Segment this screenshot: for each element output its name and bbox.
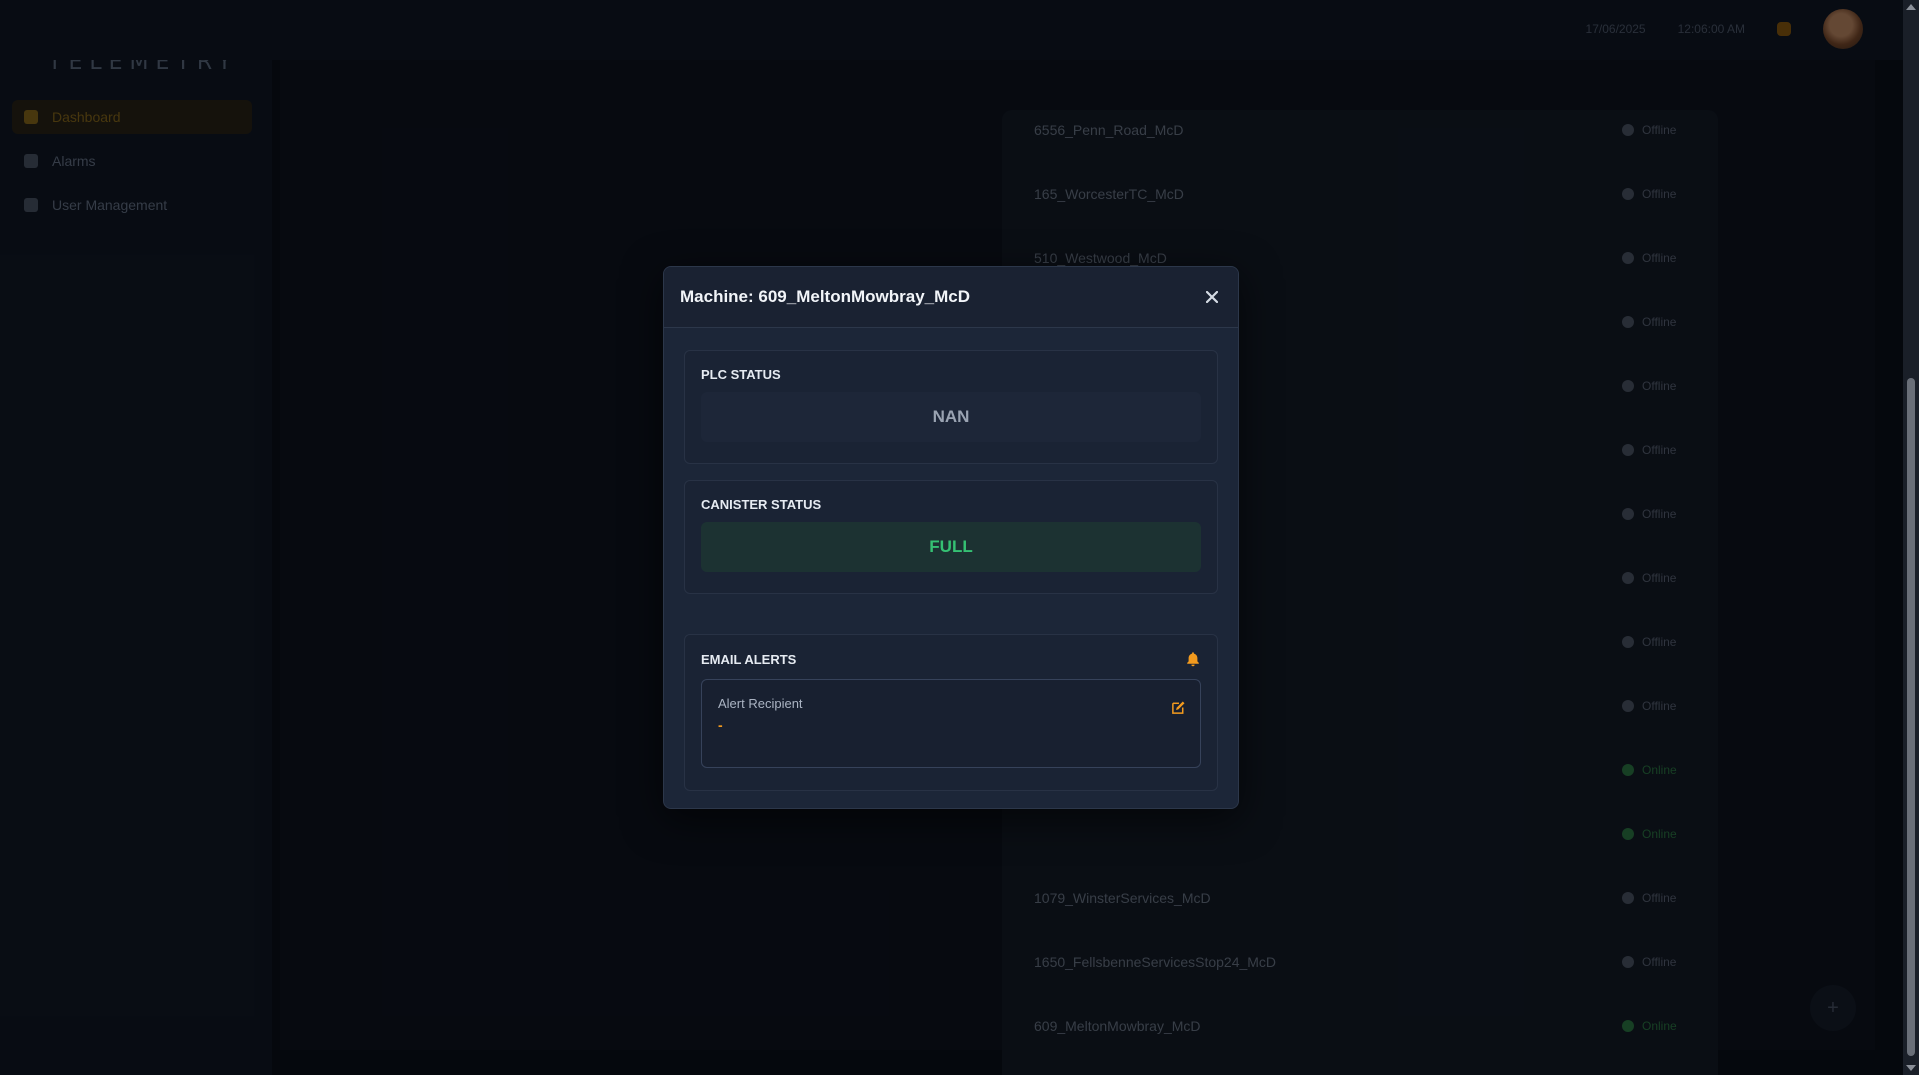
alert-recipient-value: - <box>718 717 723 733</box>
email-alerts-title: EMAIL ALERTS <box>701 651 797 667</box>
scroll-down-arrow-icon[interactable] <box>1906 1065 1916 1071</box>
plc-status-value: NAN <box>701 392 1201 442</box>
plc-status-title: PLC STATUS <box>701 367 781 382</box>
plc-status-card: PLC STATUS NAN <box>684 350 1218 464</box>
canister-status-title: CANISTER STATUS <box>701 497 822 512</box>
edit-icon[interactable] <box>1171 700 1186 715</box>
canister-status-value: FULL <box>701 522 1201 572</box>
alert-recipient-label: Alert Recipient <box>718 696 803 711</box>
modal-body: PLC STATUS NAN CANISTER STATUS FULL EMAI… <box>664 328 1238 791</box>
email-alerts-card: EMAIL ALERTS Alert Recipient - <box>684 634 1218 791</box>
close-button[interactable] <box>1202 287 1222 307</box>
email-alerts-header: EMAIL ALERTS <box>701 651 1201 667</box>
machine-detail-modal: Machine: 609_MeltonMowbray_McD PLC STATU… <box>663 266 1239 809</box>
modal-title: Machine: 609_MeltonMowbray_McD <box>680 287 971 306</box>
canister-status-card: CANISTER STATUS FULL <box>684 480 1218 594</box>
close-icon <box>1206 291 1218 303</box>
scroll-thumb[interactable] <box>1907 378 1915 1056</box>
bell-icon <box>1187 652 1199 667</box>
modal-header: Machine: 609_MeltonMowbray_McD <box>664 267 1238 328</box>
page-scrollbar[interactable] <box>1903 0 1919 1075</box>
alert-recipient-box: Alert Recipient - <box>701 679 1201 768</box>
scroll-up-arrow-icon[interactable] <box>1906 4 1916 10</box>
